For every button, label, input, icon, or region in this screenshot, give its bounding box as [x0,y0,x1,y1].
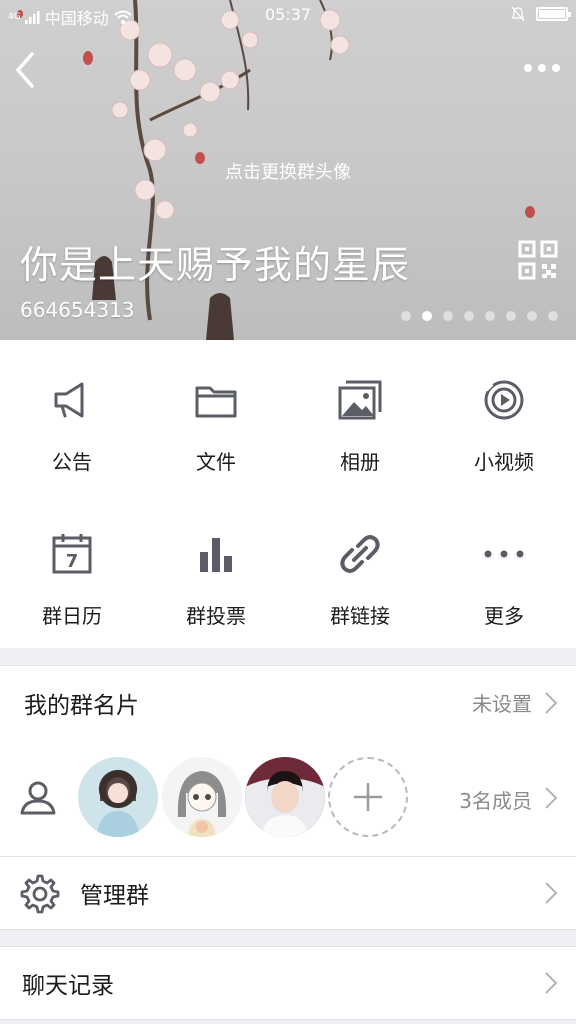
member-avatar[interactable] [245,757,325,837]
manage-group-title: 管理群 [80,883,149,909]
my-group-card-title: 我的群名片 [24,692,139,719]
group-members-row[interactable]: 3名成员 [0,739,576,857]
more-options-icon[interactable] [522,58,562,78]
gear-icon [20,874,60,914]
back-arrow-icon[interactable] [12,50,42,90]
grid-item-announcement[interactable]: 公告 [0,340,144,494]
grid-item-label: 群链接 [330,604,390,628]
video-icon [484,380,524,420]
status-bar: 4G 中国移动 05:37 [0,0,576,30]
member-avatar-image [245,757,325,837]
grid-item-label: 小视频 [474,450,534,474]
grid-item-label: 更多 [484,604,524,628]
status-right [510,6,571,22]
calendar-icon: 7 [52,534,92,574]
page-dot [527,311,537,321]
grid-item-album[interactable]: 相册 [288,340,432,494]
add-member-button[interactable] [328,757,408,837]
chat-history-title: 聊天记录 [22,973,114,999]
page-dot [485,311,495,321]
group-function-grid: 公告 文件 相册 小视频 7 群日历 群投票 群链接 更多 [0,340,576,648]
my-group-card-row[interactable]: 我的群名片 未设置 [0,665,576,740]
link-icon [340,535,380,573]
group-id: 664654313 [20,298,135,322]
grid-item-vote[interactable]: 群投票 [144,494,288,648]
page-dot [443,311,453,321]
change-group-avatar-link[interactable]: 点击更换群头像 [0,158,576,184]
grid-item-more[interactable]: 更多 [432,494,576,648]
page-dot-active [422,311,432,321]
chat-history-row[interactable]: 聊天记录 [0,946,576,1020]
grid-item-label: 群投票 [186,604,246,628]
page-dot [506,311,516,321]
members-icon [20,781,56,815]
member-avatar-image [177,771,227,837]
member-avatar[interactable] [162,757,242,837]
album-icon [338,380,382,420]
grid-item-label: 相册 [340,450,380,474]
status-time: 05:37 [264,5,312,24]
group-header-banner[interactable]: 4G 中国移动 05:37 点击更换群头像 你是上天赐予我的星辰 6646543… [0,0,576,340]
chevron-right-icon [545,787,558,809]
bar-chart-icon [200,538,232,572]
megaphone-icon [54,382,84,418]
grid-item-label: 公告 [52,450,92,474]
mute-bell-icon [511,6,525,22]
my-group-card-value: 未设置 [472,692,532,716]
chevron-right-icon [545,972,558,994]
manage-group-row[interactable]: 管理群 [0,857,576,930]
grid-item-label: 文件 [196,450,236,474]
qr-code-icon[interactable] [518,240,558,280]
grid-item-files[interactable]: 文件 [144,340,288,494]
member-count: 3名成员 [459,789,532,813]
page-dot [464,311,474,321]
more-dots-icon [484,550,524,558]
grid-item-calendar[interactable]: 7 群日历 [0,494,144,648]
grid-item-label: 群日历 [42,604,102,628]
plus-icon [354,783,382,811]
page-dot [548,311,558,321]
banner-page-indicator [401,311,558,321]
calendar-day: 7 [66,551,79,572]
chevron-right-icon [545,691,558,714]
battery-icon [536,7,571,21]
grid-item-link[interactable]: 群链接 [288,494,432,648]
page-dot [401,311,411,321]
member-avatar-image [96,776,140,837]
grid-item-short-video[interactable]: 小视频 [432,340,576,494]
folder-icon [195,386,237,418]
group-name: 你是上天赐予我的星辰 [20,243,411,287]
chevron-right-icon [545,882,558,904]
member-avatar[interactable] [78,757,158,837]
